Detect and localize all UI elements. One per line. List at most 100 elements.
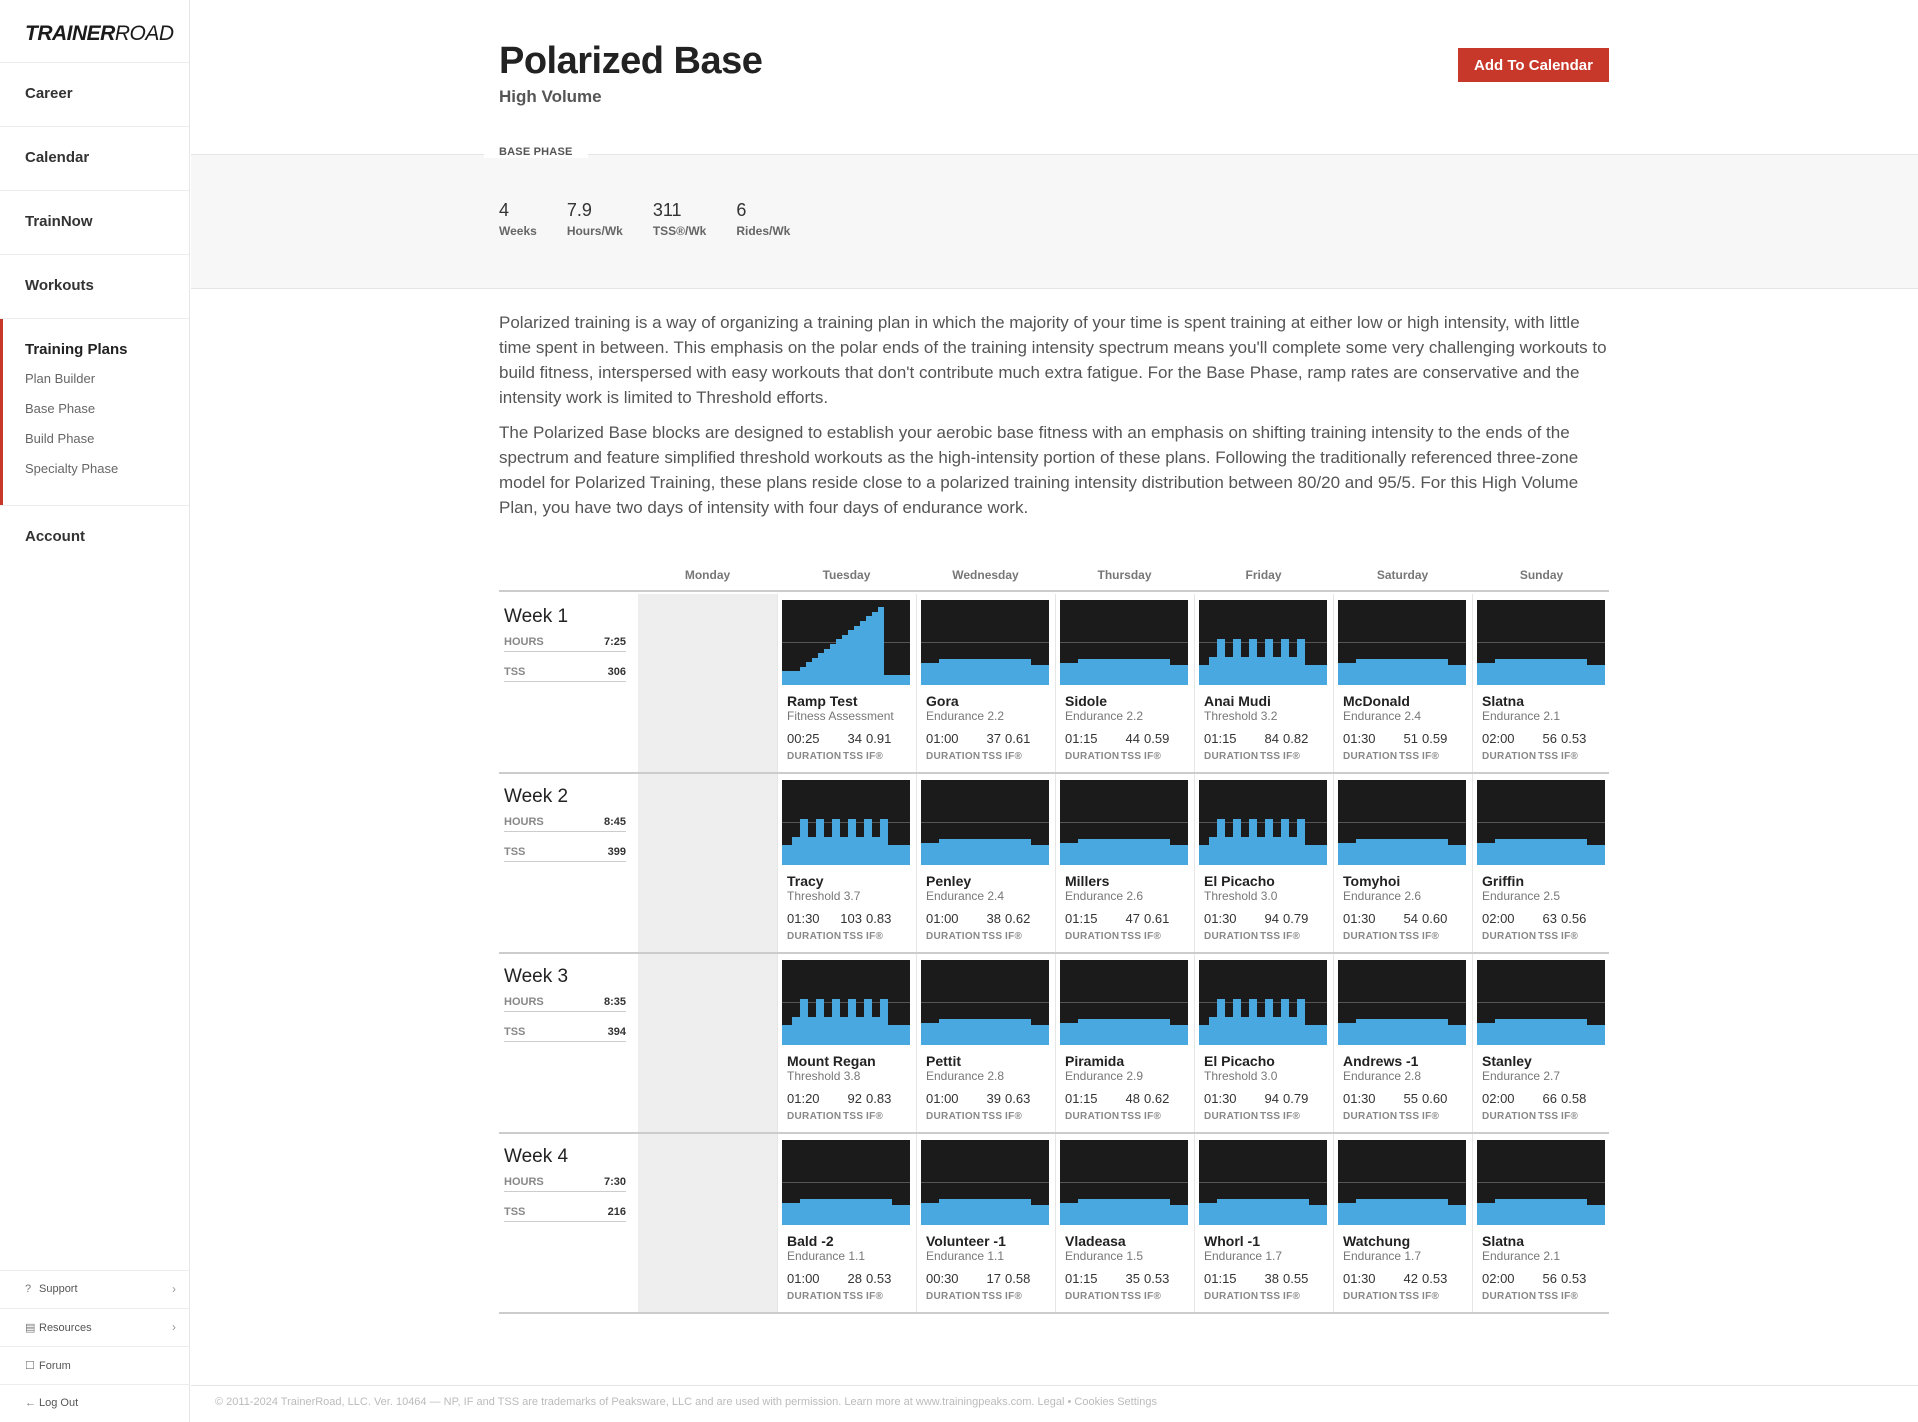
nav-base-phase[interactable]: Base Phase [25,401,189,431]
sidebar-link-forum[interactable]: ☐ Forum [0,1346,190,1384]
workout-card[interactable]: Tracy Threshold 3.7 01:30 103 0.83 DURATION TS… [777,774,916,952]
workout-card[interactable]: Gora Endurance 2.2 01:00 37 0.61 DURATION TSS I… [916,594,1055,772]
workout-profile-segment [782,671,800,685]
duration-label: DURATION [926,1111,981,1122]
workout-card[interactable]: Watchung Endurance 1.7 01:30 42 0.53 DURATION… [1333,1134,1472,1312]
workout-profile-segment [1031,665,1049,685]
workout-name[interactable]: Bald -2 [787,1233,834,1249]
hours-label: HOURS [504,1176,544,1188]
workout-card[interactable]: Griffin Endurance 2.5 02:00 63 0.56 DURATION T… [1472,774,1611,952]
workout-name[interactable]: Anai Mudi [1204,693,1271,709]
workout-profile-segment [921,1203,939,1225]
week-tss: TSS 399 [504,842,626,862]
nav-plan-builder[interactable]: Plan Builder [25,371,189,401]
workout-name[interactable]: Griffin [1482,873,1524,889]
question-circle-icon: ? [25,1283,32,1295]
trainerroad-logo[interactable]: TRAINERROAD [0,0,189,62]
workout-name[interactable]: Penley [926,873,971,889]
workout-card[interactable]: Stanley Endurance 2.7 02:00 66 0.58 DURATION T… [1472,954,1611,1132]
sidebar-link-resources[interactable]: ▤ Resources › [0,1308,190,1346]
week-label: Week 4 [504,1146,569,1167]
workout-profile-segment [1448,845,1466,865]
workout-card[interactable]: Sidole Endurance 2.2 01:15 44 0.59 DURATION TS… [1055,594,1194,772]
workout-name[interactable]: Millers [1065,873,1109,889]
workout-card[interactable]: Penley Endurance 2.4 01:00 38 0.62 DURATION TS… [916,774,1055,952]
workout-name[interactable]: Vladeasa [1065,1233,1126,1249]
nav-career[interactable]: Career [0,62,189,126]
arrow-left-icon: ← [25,1397,36,1409]
workout-card[interactable]: Volunteer -1 Endurance 1.1 00:30 17 0.58 DURA… [916,1134,1055,1312]
workout-name[interactable]: Piramida [1065,1053,1124,1069]
if-label: IF® [866,1111,884,1122]
workout-profile-segment [1289,837,1297,865]
workout-name[interactable]: Sidole [1065,693,1107,709]
workout-tss: 44 [1125,731,1140,746]
day-header-tuesday: Tuesday [822,568,871,582]
workout-name[interactable]: Mount Regan [787,1053,876,1069]
sidebar-link-label: Log Out [39,1397,79,1409]
nav-build-phase[interactable]: Build Phase [25,431,189,461]
nav-trainnow[interactable]: TrainNow [0,190,189,254]
workout-profile-segment [1241,837,1249,865]
workout-duration: 01:15 [1065,1271,1098,1286]
workout-card[interactable]: El Picacho Threshold 3.0 01:30 94 0.79 DURATI… [1194,954,1333,1132]
workout-card[interactable]: Tomyhoi Endurance 2.6 01:30 54 0.60 DURATION T… [1333,774,1472,952]
workout-if: 0.59 [1144,731,1170,746]
workout-card[interactable]: Mount Regan Threshold 3.8 01:20 92 0.83 DURAT… [777,954,916,1132]
workout-name[interactable]: McDonald [1343,693,1410,709]
workout-card[interactable]: Slatna Endurance 2.1 02:00 56 0.53 DURATION TS… [1472,594,1611,772]
workout-profile-segment [1031,845,1049,865]
workout-card[interactable]: Bald -2 Endurance 1.1 01:00 28 0.53 DURATION T… [777,1134,916,1312]
workout-name[interactable]: Ramp Test [787,693,858,709]
workout-profile-segment [1297,999,1305,1045]
tss-label: TSS [1538,1111,1559,1122]
workout-if: 0.82 [1283,731,1309,746]
workout-card[interactable]: El Picacho Threshold 3.0 01:30 94 0.79 DURATI… [1194,774,1333,952]
workout-name[interactable]: El Picacho [1204,1053,1275,1069]
workout-profile-chart [1060,600,1188,685]
workout-card[interactable]: Ramp Test Fitness Assessment 00:25 34 0.91 DU… [777,594,916,772]
workout-if: 0.60 [1422,911,1448,926]
tss-label: TSS [843,931,864,942]
workout-card[interactable]: Andrews -1 Endurance 2.8 01:30 55 0.60 DURATI… [1333,954,1472,1132]
workout-profile-segment [939,1199,1031,1225]
nav-account[interactable]: Account [0,506,189,545]
workout-card[interactable]: McDonald Endurance 2.4 01:30 51 0.59 DURATION… [1333,594,1472,772]
nav-workouts[interactable]: Workouts [0,254,189,318]
workout-name[interactable]: Pettit [926,1053,961,1069]
workout-tss: 38 [986,911,1001,926]
workout-card[interactable]: Anai Mudi Threshold 3.2 01:15 84 0.82 DURATIO… [1194,594,1333,772]
add-to-calendar-button[interactable]: Add To Calendar [1458,48,1609,82]
sidebar-link-log-out[interactable]: ← Log Out [0,1384,190,1422]
workout-card[interactable]: Pettit Endurance 2.8 01:00 39 0.63 DURATION TS… [916,954,1055,1132]
workout-profile-segment [1199,1203,1217,1225]
sidebar-link-support[interactable]: ? Support › [0,1270,190,1308]
nav-training-plans[interactable]: Training Plans [25,341,189,358]
workout-profile-segment [1495,659,1587,685]
workout-name[interactable]: Gora [926,693,959,709]
workout-card[interactable]: Vladeasa Endurance 1.5 01:15 35 0.53 DURATION… [1055,1134,1194,1312]
nav-specialty-phase[interactable]: Specialty Phase [25,461,189,491]
workout-name[interactable]: Watchung [1343,1233,1410,1249]
workout-duration: 00:25 [787,731,820,746]
workout-card[interactable]: Piramida Endurance 2.9 01:15 48 0.62 DURATION… [1055,954,1194,1132]
workout-card[interactable]: Whorl -1 Endurance 1.7 01:15 38 0.55 DURATION… [1194,1134,1333,1312]
workout-name[interactable]: Stanley [1482,1053,1532,1069]
workout-name[interactable]: Slatna [1482,1233,1524,1249]
workout-profile-segment [832,999,840,1045]
workout-name[interactable]: El Picacho [1204,873,1275,889]
sidebar-link-label: Forum [39,1360,71,1372]
workout-name[interactable]: Slatna [1482,693,1524,709]
workout-card[interactable]: Millers Endurance 2.6 01:15 47 0.61 DURATION T… [1055,774,1194,952]
workout-name[interactable]: Tomyhoi [1343,873,1400,889]
workout-profile-chart [921,600,1049,685]
workout-name[interactable]: Tracy [787,873,824,889]
workout-name[interactable]: Volunteer -1 [926,1233,1006,1249]
workout-name[interactable]: Andrews -1 [1343,1053,1418,1069]
workout-profile-segment [1241,1017,1249,1045]
workout-name[interactable]: Whorl -1 [1204,1233,1260,1249]
chat-icon: ☐ [25,1360,35,1372]
workout-profile-segment [1060,843,1078,865]
nav-calendar[interactable]: Calendar [0,126,189,190]
workout-card[interactable]: Slatna Endurance 2.1 02:00 56 0.53 DURATION TS… [1472,1134,1611,1312]
